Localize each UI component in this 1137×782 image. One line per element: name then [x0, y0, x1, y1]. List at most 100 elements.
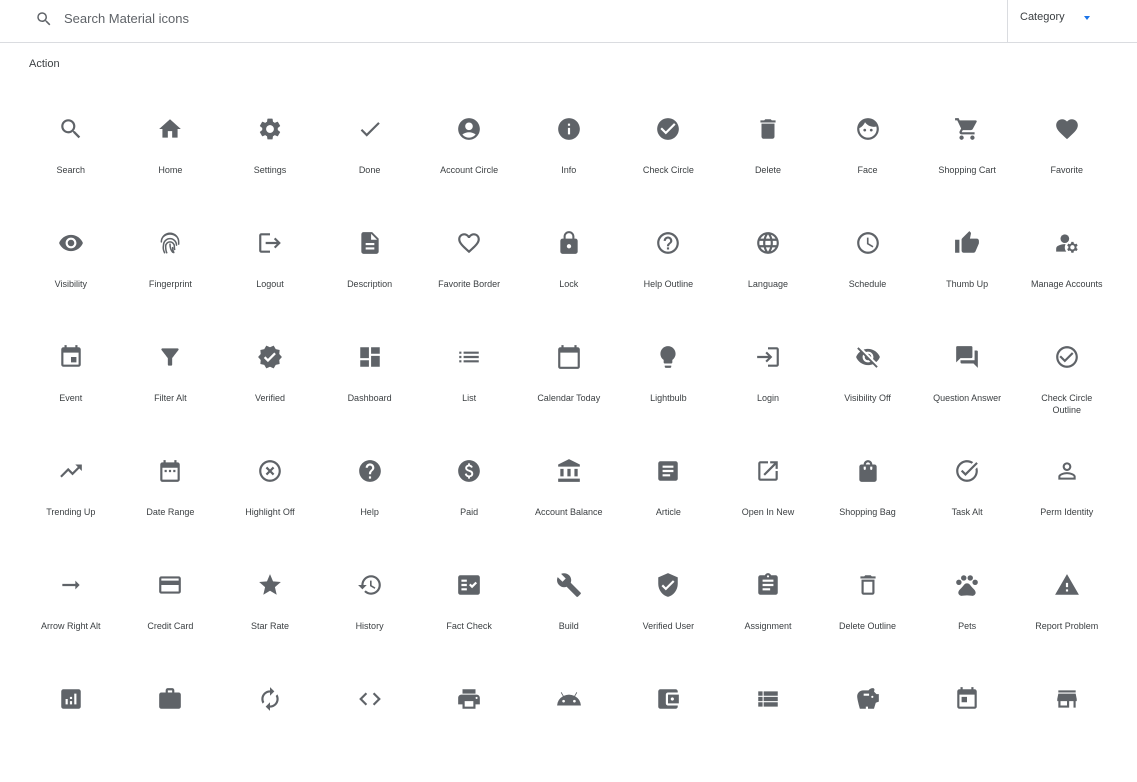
search-input[interactable]	[58, 6, 970, 30]
icon-tile[interactable]: Description	[320, 212, 420, 326]
icon-tile[interactable]: Report Problem	[1017, 554, 1117, 668]
icon-label: Filter Alt	[154, 393, 187, 403]
icon-label: Highlight Off	[245, 507, 295, 517]
icon-label: Verified User	[642, 621, 695, 631]
icon-tile[interactable]: Done	[320, 98, 420, 212]
icon-tile[interactable]: Home	[121, 98, 221, 212]
icon-tile[interactable]: Paid	[419, 440, 519, 554]
chevron-down-icon[interactable]	[1084, 16, 1090, 20]
icon-tile[interactable]	[21, 668, 121, 782]
category-dropdown[interactable]: Category	[1020, 11, 1065, 23]
work-icon	[157, 668, 183, 717]
article-icon	[655, 440, 681, 489]
icon-label: Check Circle Outline	[1041, 393, 1093, 415]
icon-tile[interactable]: Settings	[220, 98, 320, 212]
icon-tile[interactable]: Star Rate	[220, 554, 320, 668]
icon-tile[interactable]: Logout	[220, 212, 320, 326]
task-alt-icon	[954, 440, 980, 489]
icon-tile[interactable]	[320, 668, 420, 782]
icon-tile[interactable]: Task Alt	[917, 440, 1017, 554]
icon-tile[interactable]: Credit Card	[121, 554, 221, 668]
icon-tile[interactable]	[419, 668, 519, 782]
assignment-icon	[755, 554, 781, 603]
icon-tile[interactable]: Favorite	[1017, 98, 1117, 212]
icon-tile[interactable]: Visibility Off	[818, 326, 918, 440]
icon-tile[interactable]: Verified	[220, 326, 320, 440]
icon-tile[interactable]: Shopping Cart	[917, 98, 1017, 212]
icon-tile[interactable]: Dashboard	[320, 326, 420, 440]
icon-label: Fingerprint	[148, 279, 192, 289]
icon-tile[interactable]: Check Circle	[619, 98, 719, 212]
credit-card-icon	[157, 554, 183, 603]
pets-icon	[954, 554, 980, 603]
icon-tile[interactable]: Filter Alt	[121, 326, 221, 440]
icon-tile[interactable]: Verified User	[619, 554, 719, 668]
icon-tile[interactable]: Shopping Bag	[818, 440, 918, 554]
build-icon	[556, 554, 582, 603]
icon-tile[interactable]: Open In New	[718, 440, 818, 554]
icon-tile[interactable]	[619, 668, 719, 782]
code-icon	[357, 668, 383, 717]
analytics-icon	[58, 668, 84, 717]
icon-tile[interactable]: Visibility	[21, 212, 121, 326]
icon-tile[interactable]: List	[419, 326, 519, 440]
icon-tile[interactable]: Help	[320, 440, 420, 554]
icon-label: Fact Check	[446, 621, 492, 631]
icon-label: Assignment	[744, 621, 792, 631]
icon-tile[interactable]: Account Balance	[519, 440, 619, 554]
icon-tile[interactable]: Event	[21, 326, 121, 440]
icon-tile[interactable]: Schedule	[818, 212, 918, 326]
icon-tile[interactable]: Face	[818, 98, 918, 212]
icon-tile[interactable]	[917, 668, 1017, 782]
icon-tile[interactable]: Assignment	[718, 554, 818, 668]
icon-tile[interactable]: Help Outline	[619, 212, 719, 326]
icon-tile[interactable]: Article	[619, 440, 719, 554]
fingerprint-icon	[157, 212, 183, 261]
icon-label: Paid	[460, 507, 479, 517]
icon-label: Settings	[253, 165, 287, 175]
perm-identity-icon	[1054, 440, 1080, 489]
icon-tile[interactable]: History	[320, 554, 420, 668]
icon-tile[interactable]: Date Range	[121, 440, 221, 554]
icon-tile[interactable]: Language	[718, 212, 818, 326]
icon-label: Star Rate	[250, 621, 289, 631]
icon-tile[interactable]: Favorite Border	[419, 212, 519, 326]
icon-tile[interactable]: Manage Accounts	[1017, 212, 1117, 326]
icon-tile[interactable]: Fingerprint	[121, 212, 221, 326]
icon-tile[interactable]: Question Answer	[917, 326, 1017, 440]
icon-label: Favorite Border	[438, 279, 501, 289]
shopping-cart-icon	[954, 98, 980, 147]
icon-tile[interactable]: Pets	[917, 554, 1017, 668]
icon-tile[interactable]: Build	[519, 554, 619, 668]
icon-tile[interactable]: Highlight Off	[220, 440, 320, 554]
icon-tile[interactable]	[718, 668, 818, 782]
icon-tile[interactable]	[818, 668, 918, 782]
icon-tile[interactable]: Lightbulb	[619, 326, 719, 440]
icon-tile[interactable]	[1017, 668, 1117, 782]
icon-tile[interactable]: Fact Check	[419, 554, 519, 668]
icon-tile[interactable]: Account Circle	[419, 98, 519, 212]
icon-tile[interactable]: Arrow Right Alt	[21, 554, 121, 668]
icon-tile[interactable]: Thumb Up	[917, 212, 1017, 326]
icon-tile[interactable]: Search	[21, 98, 121, 212]
arrow-right-alt-icon	[58, 554, 84, 603]
icon-tile[interactable]	[220, 668, 320, 782]
icon-label: Visibility Off	[844, 393, 891, 403]
icon-tile[interactable]: Lock	[519, 212, 619, 326]
icon-tile[interactable]: Calendar Today	[519, 326, 619, 440]
icon-label: Help	[360, 507, 379, 517]
icon-tile[interactable]: Delete	[718, 98, 818, 212]
icon-tile[interactable]	[121, 668, 221, 782]
icon-label: Check Circle	[642, 165, 694, 175]
language-icon	[755, 212, 781, 261]
verified-icon	[257, 326, 283, 375]
icon-tile[interactable]: Delete Outline	[818, 554, 918, 668]
icon-tile[interactable]: Check Circle Outline	[1017, 326, 1117, 440]
icon-tile[interactable]: Trending Up	[21, 440, 121, 554]
icon-tile[interactable]: Perm Identity	[1017, 440, 1117, 554]
icon-label: Shopping Cart	[938, 165, 996, 175]
icon-tile[interactable]	[519, 668, 619, 782]
highlight-off-icon	[257, 440, 283, 489]
icon-tile[interactable]: Login	[718, 326, 818, 440]
icon-tile[interactable]: Info	[519, 98, 619, 212]
